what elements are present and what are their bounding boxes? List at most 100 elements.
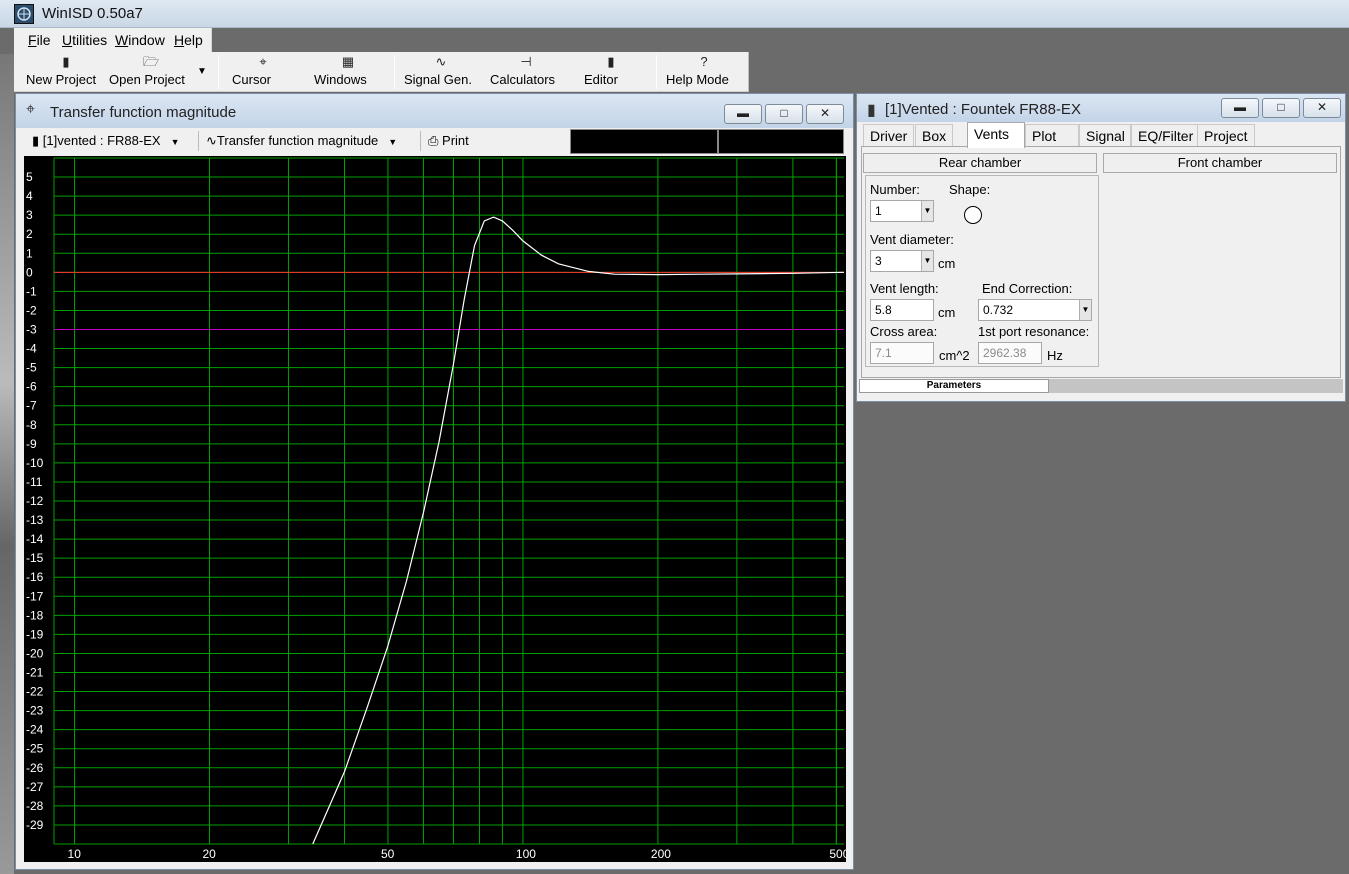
plot-area[interactable]: 5 4 3 2 1 0 -1 -2 -3 -4 -5 -6 -7 -8 -9 -10 -11 -12 -13 -14-…: [24, 156, 846, 862]
windows-button[interactable]: ▦ Windows: [314, 52, 382, 92]
menu-file[interactable]: File: [28, 32, 51, 48]
menu-help[interactable]: Help: [174, 32, 203, 48]
cursor-button[interactable]: ⌖ Cursor: [232, 52, 294, 92]
y-tick-label: -11: [26, 475, 43, 489]
x-tick-label: 10: [68, 847, 82, 861]
speaker-icon: ▮: [32, 133, 40, 148]
tab-vents[interactable]: Vents: [967, 122, 1025, 148]
plot-window-titlebar[interactable]: ⌖ Transfer function magnitude ▬ □ ✕: [16, 94, 853, 128]
y-tick-label: -7: [26, 399, 37, 413]
transfer-function-curve: [312, 216, 845, 845]
y-tick-label: -13: [26, 513, 44, 527]
menu-window[interactable]: Window: [115, 32, 165, 48]
end-correction-label: End Correction:: [982, 281, 1073, 296]
calculators-button[interactable]: ⊣ Calculators: [490, 52, 562, 92]
toolbar-separator: [198, 131, 199, 151]
new-project-button[interactable]: ▮ New Project: [26, 52, 106, 92]
vent-diameter-label: Vent diameter:: [870, 232, 954, 247]
port-resonance-field: 2962.38: [978, 342, 1042, 364]
minimize-button[interactable]: ▬: [1221, 98, 1259, 118]
crosshair-icon: ⌖: [259, 54, 267, 69]
print-button[interactable]: ⎙ Print: [428, 133, 469, 149]
editor-button[interactable]: ▮ Editor: [584, 52, 638, 92]
sine-wave-icon: ∿: [435, 54, 447, 69]
y-tick-label: -22: [26, 685, 44, 699]
plot-toolbar: ▮ [1]vented : FR88-EX ▼ ∿Transfer functio…: [24, 128, 846, 154]
y-tick-label: -21: [26, 666, 44, 680]
vented-window-title: [1]Vented : Fountek FR88-EX: [885, 101, 1081, 118]
front-chamber-button[interactable]: Front chamber: [1103, 153, 1337, 173]
question-icon: ?: [700, 54, 708, 69]
y-tick-label: 5: [26, 170, 33, 184]
y-tick-label: -3: [26, 323, 37, 337]
close-button[interactable]: ✕: [806, 104, 844, 124]
minimize-button[interactable]: ▬: [724, 104, 762, 124]
winisd-app-icon[interactable]: [14, 4, 34, 24]
number-label: Number:: [870, 182, 920, 197]
y-tick-label: -12: [26, 494, 44, 508]
windows-icon: ▦: [341, 54, 355, 69]
y-tick-label: -29: [26, 818, 44, 832]
maximize-button[interactable]: □: [765, 104, 803, 124]
x-tick-label: 100: [516, 847, 536, 861]
open-project-dropdown-icon[interactable]: ▼: [197, 66, 207, 77]
x-tick-label: 20: [203, 847, 217, 861]
vent-length-input[interactable]: 5.8: [870, 299, 934, 321]
toolbar-separator: [218, 55, 219, 89]
tab-eq-filter[interactable]: EQ/Filter: [1131, 124, 1201, 146]
tab-driver[interactable]: Driver: [863, 124, 915, 146]
round-shape-icon[interactable]: [964, 206, 982, 224]
menu-bar: File Utilities Window Help: [14, 28, 212, 52]
y-tick-label: -8: [26, 418, 37, 432]
shape-label: Shape:: [949, 182, 991, 197]
open-project-button[interactable]: 🗁 Open Project: [109, 52, 193, 92]
app-title: WinISD 0.50a7: [42, 5, 143, 22]
toolbar-separator: [394, 55, 395, 89]
speaker-icon: ▮: [867, 102, 876, 119]
rear-chamber-button[interactable]: Rear chamber: [863, 153, 1097, 173]
y-tick-label: -6: [26, 380, 37, 394]
x-tick-label: 50: [381, 847, 395, 861]
chevron-down-icon: ▼: [921, 251, 933, 271]
folder-open-icon: 🗁: [142, 54, 160, 69]
end-correction-select[interactable]: 0.732 ▼: [978, 299, 1092, 321]
project-select[interactable]: ▮ [1]vented : FR88-EX ▼: [32, 133, 179, 149]
y-tick-label: -17: [26, 589, 44, 603]
tab-plot[interactable]: Plot: [1025, 124, 1079, 146]
vent-length-unit: cm: [938, 305, 956, 320]
tab-box[interactable]: Box: [915, 124, 954, 146]
editor-icon: ▮: [607, 54, 615, 69]
number-select[interactable]: 1 ▼: [870, 200, 934, 222]
vented-window: ▮ [1]Vented : Fountek FR88-EX ▬ □ ✕ Driv…: [856, 93, 1346, 402]
transfer-function-chart[interactable]: 543210-1-2-3-4-5-6-7-8-9-10-11-12-13-14-…: [24, 156, 846, 862]
y-tick-label: -5: [26, 361, 37, 375]
parameters-tab[interactable]: Parameters: [859, 379, 1049, 393]
main-toolbar: ▮ New Project 🗁 Open Project ▼ ⌖ Cursor …: [14, 52, 749, 92]
menu-utilities[interactable]: Utilities: [62, 32, 107, 48]
maximize-button[interactable]: □: [1262, 98, 1300, 118]
close-button[interactable]: ✕: [1303, 98, 1341, 118]
y-tick-label: -16: [26, 570, 44, 584]
cross-area-field: 7.1: [870, 342, 934, 364]
y-tick-label: 1: [26, 246, 33, 260]
crosshair-icon: ⌖: [26, 101, 36, 118]
help-mode-button[interactable]: ? Help Mode: [666, 52, 742, 92]
signal-gen-button[interactable]: ∿ Signal Gen.: [404, 52, 478, 92]
vent-diameter-select[interactable]: 3 ▼: [870, 250, 934, 272]
y-tick-label: 3: [26, 208, 33, 222]
tab-project[interactable]: Project: [1197, 124, 1255, 146]
chevron-down-icon: ▼: [388, 137, 398, 147]
printer-icon: ⎙: [428, 133, 439, 148]
vent-diameter-unit: cm: [938, 256, 956, 271]
y-tick-label: 2: [26, 227, 33, 241]
graph-type-select[interactable]: ∿Transfer function magnitude ▼: [206, 133, 397, 149]
y-tick-label: -4: [26, 342, 37, 356]
y-tick-label: -9: [26, 437, 37, 451]
plot-window-title: Transfer function magnitude: [50, 104, 237, 121]
y-tick-label: -19: [26, 627, 44, 641]
y-tick-label: -23: [26, 704, 44, 718]
vented-window-titlebar[interactable]: ▮ [1]Vented : Fountek FR88-EX ▬ □ ✕: [857, 94, 1345, 122]
tab-signal[interactable]: Signal: [1079, 124, 1131, 146]
cursor-readout-right: [718, 129, 844, 154]
chevron-down-icon: ▼: [170, 137, 180, 147]
